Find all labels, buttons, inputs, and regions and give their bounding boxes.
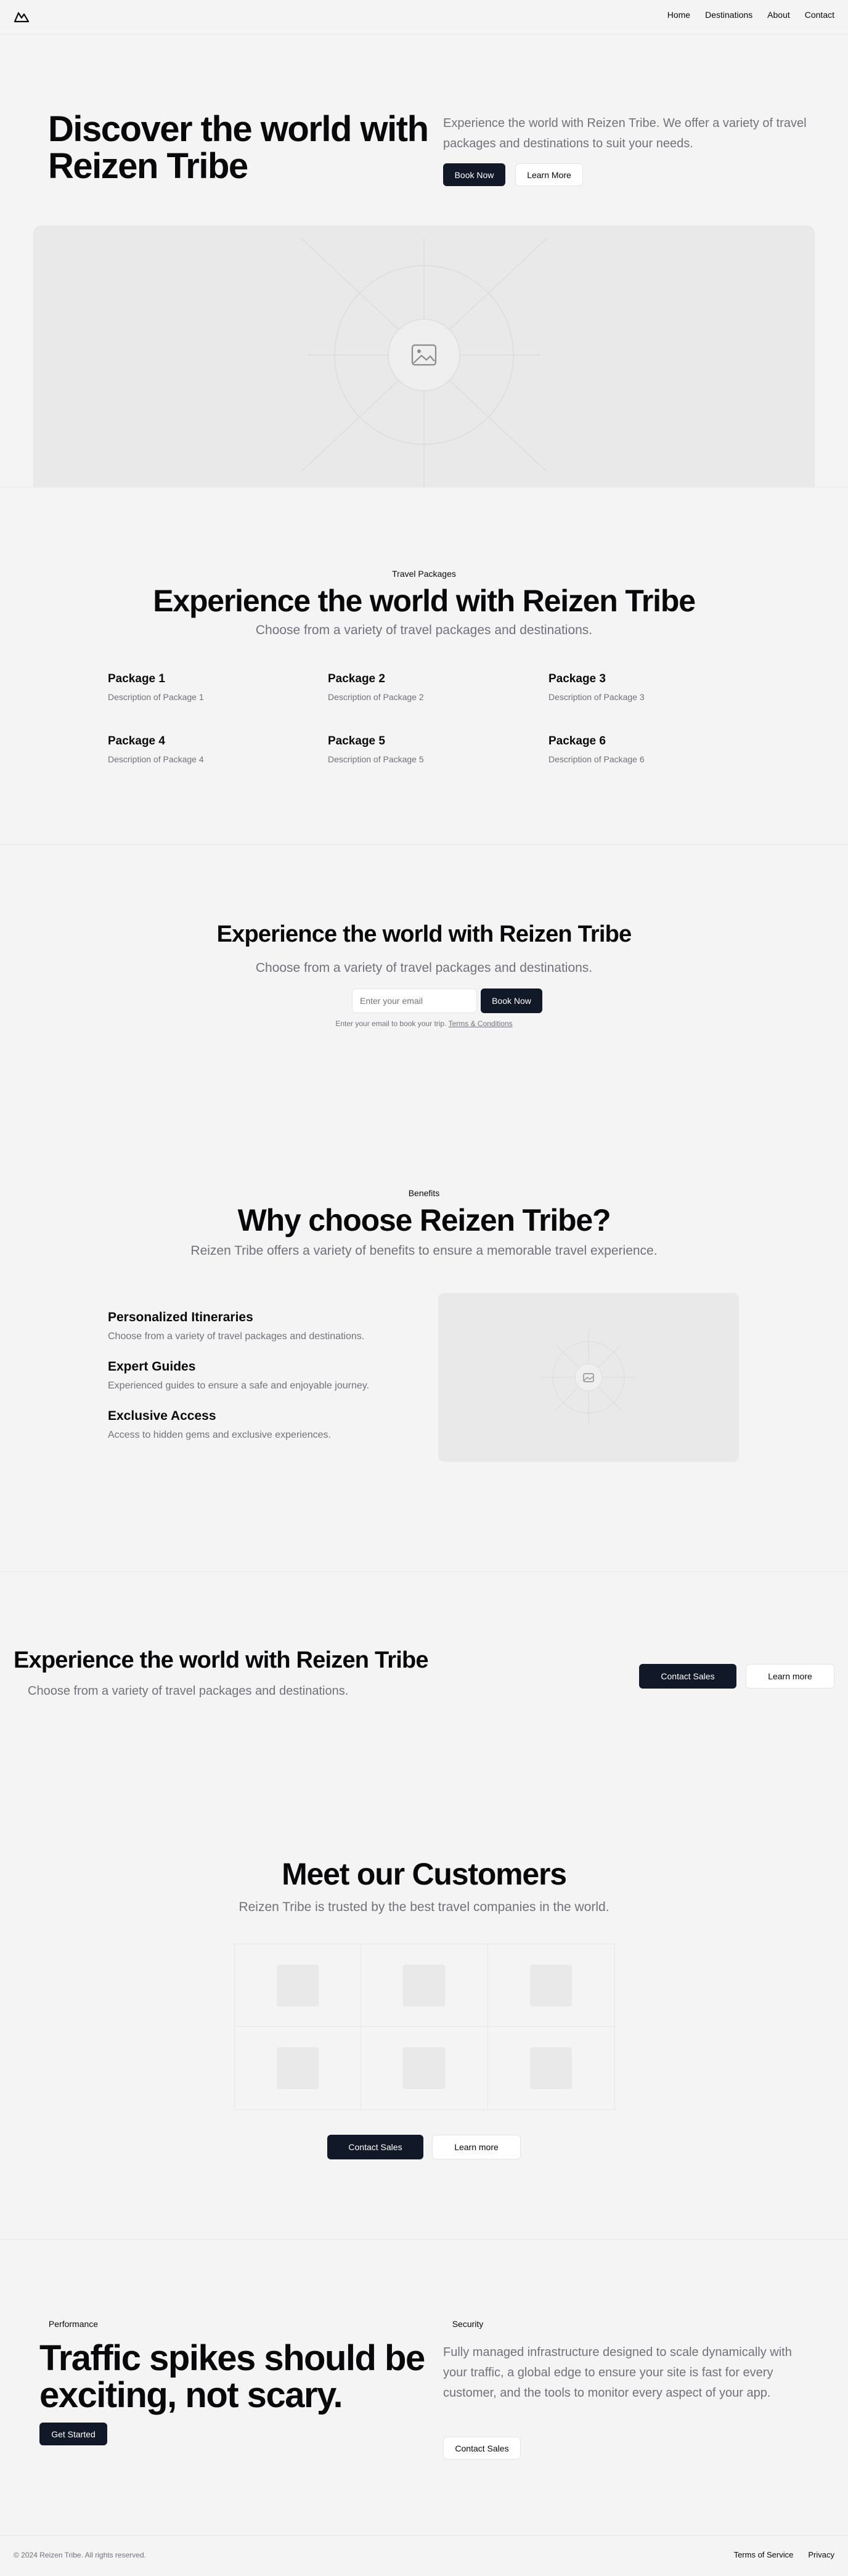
email-input[interactable] <box>352 988 477 1013</box>
hero-description: Experience the world with Reizen Tribe. … <box>443 116 807 150</box>
package-title: Package 1 <box>108 672 165 685</box>
signup-note-text: Enter your email to book your trip. <box>335 1019 447 1028</box>
package-item[interactable]: Package 5 Description of Package 5 <box>328 735 525 764</box>
benefit-desc: Experienced guides to ensure a safe and … <box>108 1380 369 1391</box>
cta-banner-subtitle: Choose from a variety of travel packages… <box>28 1684 349 1698</box>
features-section: Performance Traffic spikes should be exc… <box>0 2240 848 2535</box>
hero-title-line2: Reizen Tribe <box>48 146 248 186</box>
image-placeholder-icon <box>300 237 548 487</box>
customer-logo-cell <box>235 2027 362 2109</box>
package-item[interactable]: Package 6 Description of Package 6 <box>548 735 746 764</box>
benefit-item: Expert Guides Experienced guides to ensu… <box>108 1359 404 1392</box>
packages-section: Travel Packages Experience the world wit… <box>0 487 848 845</box>
benefit-desc: Choose from a variety of travel packages… <box>108 1331 365 1342</box>
benefit-title: Personalized Itineraries <box>108 1310 253 1324</box>
nav-contact[interactable]: Contact <box>805 10 834 20</box>
package-desc: Description of Package 3 <box>548 692 645 702</box>
package-item[interactable]: Package 1 Description of Package 1 <box>108 672 305 702</box>
customer-logo-cell <box>487 1944 614 2027</box>
package-desc: Description of Package 1 <box>108 692 204 702</box>
benefits-title: Why choose Reizen Tribe? <box>237 1203 611 1237</box>
packages-badge: Travel Packages <box>382 566 466 582</box>
packages-title: Experience the world with Reizen Tribe <box>153 584 696 618</box>
customer-logo-cell <box>235 1944 362 2027</box>
package-title: Package 5 <box>328 735 385 748</box>
customer-logo-cell <box>488 2027 614 2109</box>
cta-contact-sales-button[interactable]: Contact Sales <box>639 1664 736 1689</box>
customer-logo-grid <box>234 1944 615 2110</box>
customers-section: Meet our Customers Reizen Tribe is trust… <box>0 1782 848 2238</box>
customer-logo-cell <box>361 1944 488 2027</box>
benefits-badge: Benefits <box>394 1185 454 1201</box>
customer-logo <box>277 2047 319 2089</box>
get-started-button[interactable]: Get Started <box>39 2423 107 2445</box>
security-badge: Security <box>443 2316 492 2332</box>
terms-link[interactable]: Terms & Conditions <box>449 1019 513 1028</box>
package-title: Package 4 <box>108 735 165 748</box>
customer-logo <box>403 2047 446 2089</box>
hero-image-placeholder <box>33 226 815 487</box>
benefit-title: Expert Guides <box>108 1359 196 1374</box>
performance-badge: Performance <box>39 2316 107 2332</box>
customers-title: Meet our Customers <box>282 1857 567 1891</box>
signup-title: Experience the world with Reizen Tribe <box>216 921 632 947</box>
hero-title: Discover the world with Reizen Tribe <box>48 109 429 186</box>
site-header: Home Destinations About Contact <box>0 0 848 35</box>
customer-logo <box>403 1964 446 2007</box>
benefit-desc: Access to hidden gems and exclusive expe… <box>108 1430 331 1440</box>
hero-title-line1: Discover the world with <box>48 109 429 149</box>
package-desc: Description of Package 6 <box>548 754 645 764</box>
nav-destinations[interactable]: Destinations <box>705 10 752 20</box>
signup-note: Enter your email to book your trip. Term… <box>0 1019 848 1028</box>
benefits-section: Benefits Why choose Reizen Tribe? Reizen… <box>0 1122 848 1572</box>
package-title: Package 6 <box>548 735 606 748</box>
package-desc: Description of Package 5 <box>328 754 424 764</box>
package-title: Package 2 <box>328 672 385 685</box>
cta-learn-more-button[interactable]: Learn more <box>746 1664 834 1689</box>
nav-about[interactable]: About <box>767 10 790 20</box>
package-item[interactable]: Package 4 Description of Package 4 <box>108 735 305 764</box>
customer-logo <box>530 2047 573 2089</box>
cta-banner-title: Experience the world with Reizen Tribe <box>14 1647 429 1673</box>
performance-title-line2: exciting, not scary. <box>39 2375 343 2415</box>
image-placeholder-icon <box>541 1330 636 1425</box>
footer-nav: Terms of Service Privacy <box>734 2550 834 2559</box>
performance-title: Traffic spikes should be exciting, not s… <box>39 2340 434 2414</box>
signup-subtitle: Choose from a variety of travel packages… <box>255 961 593 975</box>
benefits-subtitle: Reizen Tribe offers a variety of benefit… <box>190 1244 658 1258</box>
customer-logo <box>530 1964 573 2007</box>
signup-book-now-button[interactable]: Book Now <box>481 988 542 1013</box>
logo-link[interactable] <box>14 10 31 25</box>
benefit-title: Exclusive Access <box>108 1409 216 1423</box>
customers-contact-sales-button[interactable]: Contact Sales <box>327 2135 423 2159</box>
customers-learn-more-button[interactable]: Learn more <box>432 2135 521 2159</box>
package-item[interactable]: Package 3 Description of Package 3 <box>548 672 746 702</box>
customer-logo-cell <box>361 2027 488 2109</box>
terms-of-service-link[interactable]: Terms of Service <box>734 2550 794 2559</box>
package-desc: Description of Package 4 <box>108 754 204 764</box>
signup-section: Experience the world with Reizen Tribe C… <box>0 845 848 1122</box>
mountain-icon <box>14 12 30 23</box>
packages-subtitle: Choose from a variety of travel packages… <box>255 623 593 637</box>
customer-logo <box>277 1964 319 2007</box>
privacy-link[interactable]: Privacy <box>808 2550 834 2559</box>
benefits-image-placeholder <box>438 1293 739 1462</box>
site-footer: © 2024 Reizen Tribe. All rights reserved… <box>0 2536 848 2576</box>
performance-title-line1: Traffic spikes should be <box>39 2338 425 2378</box>
benefit-item: Exclusive Access Access to hidden gems a… <box>108 1409 404 1441</box>
security-contact-sales-button[interactable]: Contact Sales <box>443 2437 521 2460</box>
package-item[interactable]: Package 2 Description of Package 2 <box>328 672 525 702</box>
customers-subtitle: Reizen Tribe is trusted by the best trav… <box>238 1900 610 1914</box>
security-description: Fully managed infrastructure designed to… <box>443 2346 792 2400</box>
main-nav: Home Destinations About Contact <box>667 10 834 20</box>
benefit-item: Personalized Itineraries Choose from a v… <box>108 1310 404 1342</box>
hero-book-now-button[interactable]: Book Now <box>443 163 505 186</box>
copyright-text: © 2024 Reizen Tribe. All rights reserved… <box>14 2551 146 2559</box>
package-title: Package 3 <box>548 672 606 685</box>
hero-learn-more-button[interactable]: Learn More <box>515 163 583 186</box>
cta-banner-section: Experience the world with Reizen Tribe C… <box>0 1572 848 1782</box>
package-desc: Description of Package 2 <box>328 692 424 702</box>
nav-home[interactable]: Home <box>667 10 690 20</box>
